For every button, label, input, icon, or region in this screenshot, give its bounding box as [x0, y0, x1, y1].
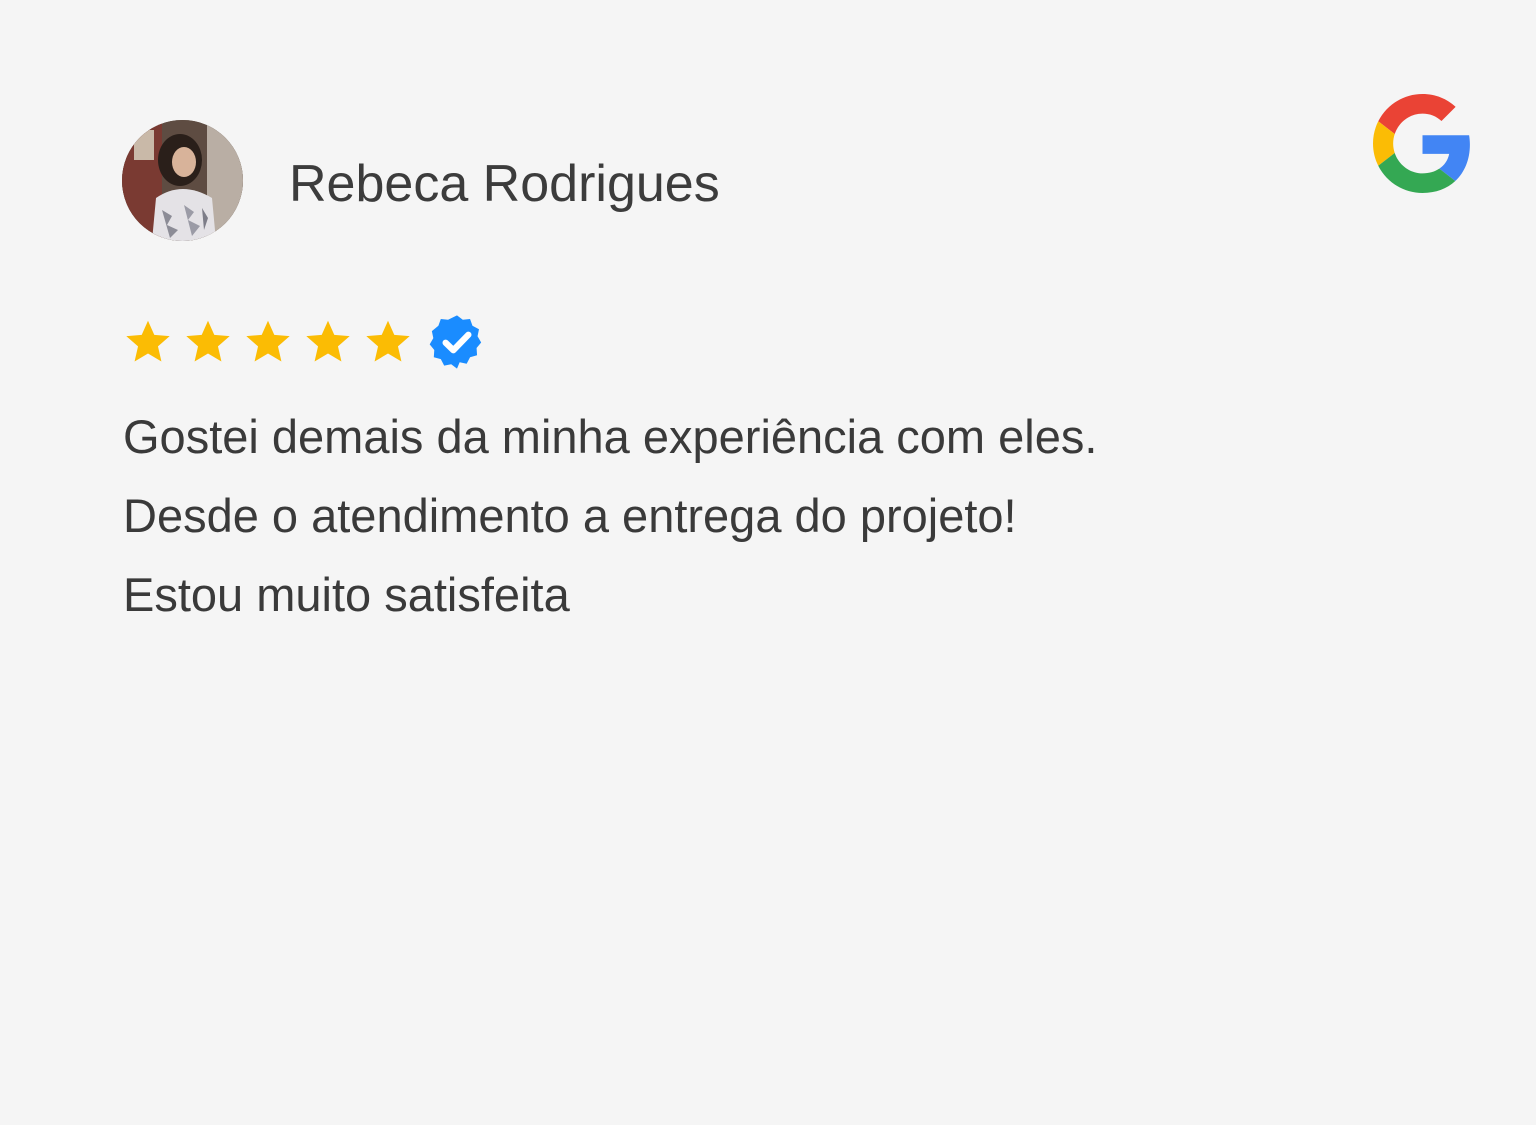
reviewer-avatar[interactable] — [122, 120, 243, 241]
avatar-photo — [122, 120, 243, 241]
star-icon — [126, 320, 170, 362]
review-card: Rebeca Rodrigues Gostei demais da minha … — [0, 0, 1536, 1125]
google-logo-icon[interactable] — [1373, 94, 1472, 193]
star-icon — [366, 320, 410, 362]
reviewer-name[interactable]: Rebeca Rodrigues — [289, 150, 720, 218]
star-icon — [186, 320, 230, 362]
verified-badge-icon — [429, 315, 482, 369]
star-icon — [246, 320, 290, 362]
review-text: Gostei demais da minha experiência com e… — [123, 410, 1098, 621]
star-icon — [306, 320, 350, 362]
star-rating — [122, 312, 486, 372]
